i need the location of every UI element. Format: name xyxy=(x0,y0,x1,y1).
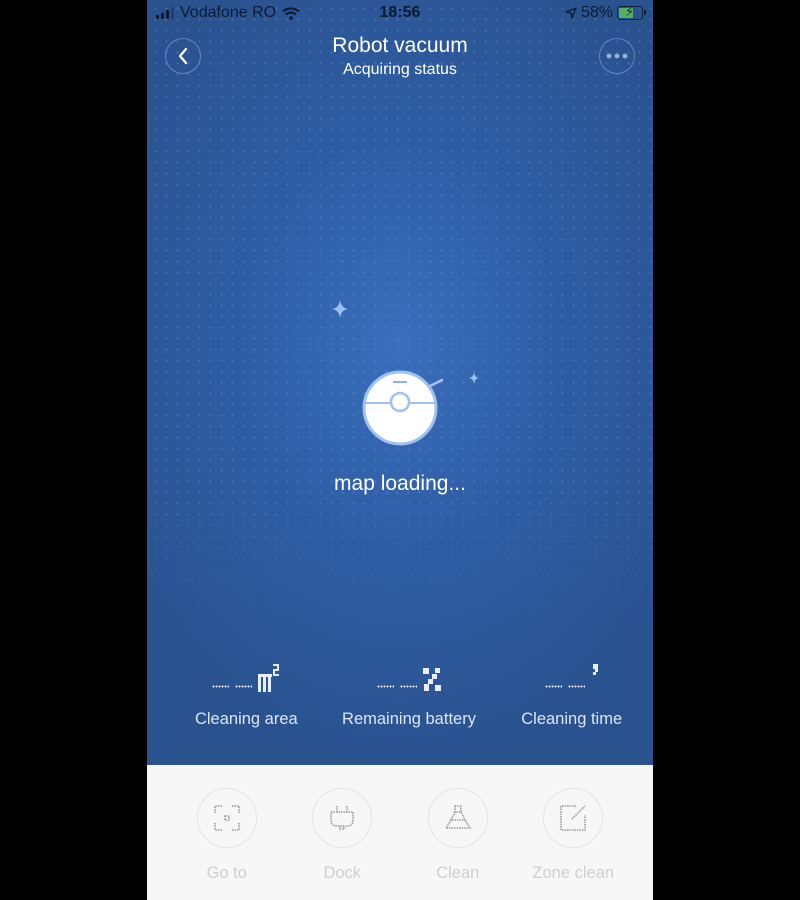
location-arrow-icon xyxy=(565,7,577,19)
go-to-button[interactable]: Go to xyxy=(179,788,275,883)
zone-icon xyxy=(560,805,587,831)
square-meter-unit-icon xyxy=(258,664,280,692)
robot-vacuum-icon xyxy=(362,370,444,446)
phone-screen: Vodafone RO 18:56 58% ⚡ Robot vacuum Acq… xyxy=(147,0,653,900)
map-area: Vodafone RO 18:56 58% ⚡ Robot vacuum Acq… xyxy=(147,0,653,765)
page-title: Robot vacuum xyxy=(332,34,468,57)
stat-cleaning-area: Cleaning area xyxy=(165,660,328,729)
sparkle-icon xyxy=(332,300,348,318)
stats-row: Cleaning area Remaining battery Cleaning… xyxy=(147,660,653,729)
battery-percent: 58% xyxy=(580,4,613,21)
sparkle-icon xyxy=(469,372,479,384)
page-subtitle: Acquiring status xyxy=(343,61,457,78)
stat-label: Cleaning area xyxy=(194,710,298,728)
action-label: Dock xyxy=(323,864,362,882)
clean-button[interactable]: Clean xyxy=(410,788,506,883)
target-icon xyxy=(213,805,240,831)
stat-label: Remaining battery xyxy=(342,710,476,728)
more-button[interactable] xyxy=(599,38,635,74)
percent-unit-icon xyxy=(423,668,441,691)
stat-cleaning-time: Cleaning time xyxy=(490,660,653,729)
minute-unit-icon xyxy=(592,664,598,675)
stat-remaining-battery: Remaining battery xyxy=(328,660,491,729)
status-bar: Vodafone RO 18:56 58% ⚡ xyxy=(147,0,653,28)
stat-label: Cleaning time xyxy=(521,710,623,728)
action-bar: Go to Dock Clean Zone clean xyxy=(147,765,653,900)
action-label: Go to xyxy=(206,864,247,882)
broom-icon xyxy=(444,805,472,829)
action-label: Clean xyxy=(436,864,480,882)
action-label: Zone clean xyxy=(532,864,615,882)
plug-icon xyxy=(330,806,355,830)
dock-button[interactable]: Dock xyxy=(294,788,390,883)
more-dots-icon xyxy=(606,53,628,59)
stat-value xyxy=(328,660,491,692)
map-loading-text: map loading... xyxy=(334,472,466,495)
battery-charging-icon: ⚡ xyxy=(617,4,646,20)
stat-value xyxy=(490,660,653,692)
stat-value xyxy=(165,660,328,692)
map-grid xyxy=(147,0,653,620)
zone-clean-button[interactable]: Zone clean xyxy=(525,788,621,883)
